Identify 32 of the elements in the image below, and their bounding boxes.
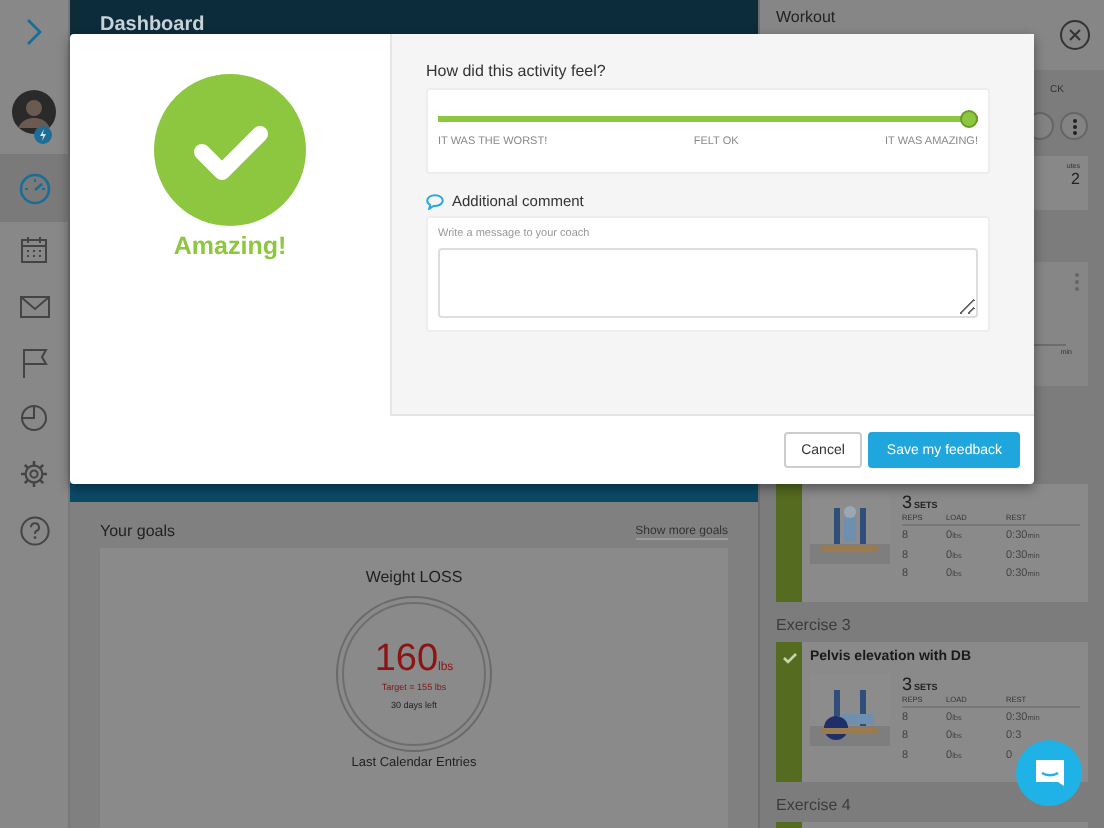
exercise-label: Exercise 3 xyxy=(776,615,851,633)
more-icon xyxy=(1071,117,1077,135)
section-title: Your goals xyxy=(100,522,176,540)
comment-field[interactable] xyxy=(438,248,978,318)
exercise-status-bar xyxy=(776,484,802,601)
help-icon xyxy=(19,515,49,545)
goal-title: Weight LOSS xyxy=(365,568,463,586)
exercise-label: Exercise 4 xyxy=(776,796,851,814)
result-label: Amazing! xyxy=(173,232,287,260)
goal-value: 160 xyxy=(374,639,439,677)
slider-thumb[interactable] xyxy=(960,110,978,128)
speech-bubble-icon xyxy=(426,193,444,209)
chat-icon xyxy=(1033,757,1065,789)
settings-icon xyxy=(20,460,48,488)
flag-icon xyxy=(21,347,47,377)
pie-chart-icon xyxy=(20,404,48,432)
stat-value: 2 xyxy=(1071,170,1080,188)
panel-title: Workout xyxy=(776,8,836,26)
calendar-icon xyxy=(20,236,48,264)
gauge-icon xyxy=(17,171,51,205)
sets-count: 3 xyxy=(902,673,913,693)
rating-slider[interactable] xyxy=(438,110,978,128)
more-button[interactable] xyxy=(1060,112,1088,140)
lightning-icon xyxy=(34,126,52,144)
sets-count: 3 xyxy=(902,492,913,512)
page-title: Dashboard xyxy=(100,14,205,36)
checkmark-icon xyxy=(154,74,306,226)
close-icon[interactable] xyxy=(1060,19,1090,49)
mail-icon xyxy=(19,295,49,317)
question-label: How did this activity feel? xyxy=(426,62,608,80)
avatar xyxy=(12,90,56,134)
chevron-icon[interactable] xyxy=(26,18,42,46)
